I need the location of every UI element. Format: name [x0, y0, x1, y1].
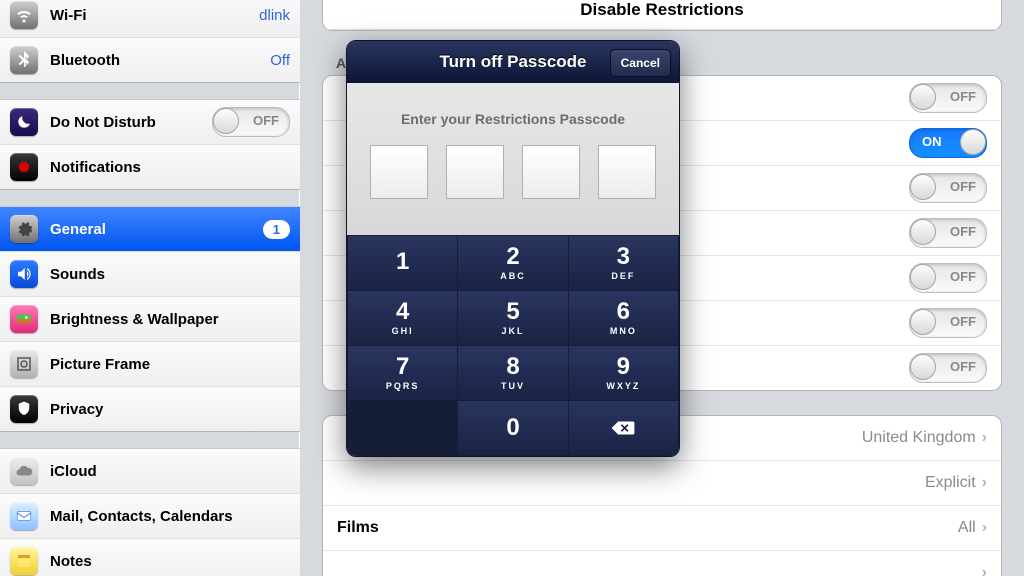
sidebar-item-label: Do Not Disturb: [50, 114, 212, 131]
chevron-right-icon: ›: [982, 519, 987, 537]
dnd-toggle[interactable]: OFF: [212, 107, 290, 137]
sidebar-item-label: Picture Frame: [50, 356, 290, 373]
sidebar-item-label: Wi-Fi: [50, 7, 259, 24]
sidebar-item-label: Brightness & Wallpaper: [50, 311, 290, 328]
passcode-modal: Turn off Passcode Cancel Enter your Rest…: [346, 40, 680, 457]
music-row[interactable]: Explicit ›: [323, 461, 1001, 506]
key-5[interactable]: 5JKL: [458, 291, 567, 345]
sidebar-item-label: Notifications: [50, 159, 290, 176]
sidebar-item-pictureframe[interactable]: Picture Frame: [0, 342, 300, 387]
passcode-prompt: Enter your Restrictions Passcode: [365, 111, 661, 127]
chevron-right-icon: ›: [982, 474, 987, 492]
sidebar-item-label: iCloud: [50, 463, 290, 480]
disable-restrictions-button[interactable]: Disable Restrictions: [323, 0, 1001, 30]
sidebar-item-label: Privacy: [50, 401, 290, 418]
key-6[interactable]: 6MNO: [569, 291, 678, 345]
films-row[interactable]: FilmsAll ›: [323, 506, 1001, 551]
sidebar-item-icloud[interactable]: iCloud: [0, 449, 300, 494]
badge-count: 1: [263, 220, 290, 239]
settings-sidebar: Wi-Fi dlink Bluetooth Off Do Not Disturb…: [0, 0, 301, 576]
key-3[interactable]: 3DEF: [569, 236, 678, 290]
mail-icon: [10, 502, 38, 530]
sidebar-item-notifications[interactable]: Notifications: [0, 145, 300, 189]
sidebar-item-label: Mail, Contacts, Calendars: [50, 508, 290, 525]
toggle-switch[interactable]: OFF: [909, 353, 987, 383]
chevron-right-icon: ›: [982, 429, 987, 447]
key-0[interactable]: 0: [458, 401, 567, 455]
toggle-switch[interactable]: OFF: [909, 83, 987, 113]
toggle-off-text: OFF: [253, 113, 279, 128]
modal-header: Turn off Passcode Cancel: [347, 41, 679, 83]
numeric-keypad: 1 2ABC 3DEF 4GHI 5JKL 6MNO 7PQRS 8TUV 9W…: [347, 235, 679, 456]
gear-icon: [10, 215, 38, 243]
sidebar-item-label: General: [50, 221, 263, 238]
pin-digit-4: [598, 145, 656, 199]
modal-title: Turn off Passcode: [439, 52, 586, 72]
sidebar-item-label: Bluetooth: [50, 52, 270, 69]
sidebar-item-wifi[interactable]: Wi-Fi dlink: [0, 0, 300, 38]
privacy-icon: [10, 395, 38, 423]
brightness-icon: [10, 305, 38, 333]
sidebar-item-general[interactable]: General 1: [0, 207, 300, 252]
toggle-switch[interactable]: ON: [909, 128, 987, 158]
pin-row: [365, 145, 661, 199]
key-2[interactable]: 2ABC: [458, 236, 567, 290]
sidebar-item-mail[interactable]: Mail, Contacts, Calendars: [0, 494, 300, 539]
pin-digit-1: [370, 145, 428, 199]
notifications-icon: [10, 153, 38, 181]
key-8[interactable]: 8TUV: [458, 346, 567, 400]
toggle-switch[interactable]: OFF: [909, 308, 987, 338]
chevron-right-icon: ›: [982, 564, 987, 576]
sidebar-item-notes[interactable]: Notes: [0, 539, 300, 576]
sidebar-item-dnd[interactable]: Do Not Disturb OFF: [0, 100, 300, 145]
cloud-icon: [10, 457, 38, 485]
toggle-switch[interactable]: OFF: [909, 218, 987, 248]
pin-digit-2: [446, 145, 504, 199]
sidebar-item-value: dlink: [259, 7, 290, 24]
row-label: Films: [337, 519, 958, 537]
panel-header-label: Disable Restrictions: [580, 0, 743, 20]
sidebar-item-sounds[interactable]: Sounds: [0, 252, 300, 297]
key-backspace[interactable]: [569, 401, 678, 455]
key-7[interactable]: 7PQRS: [348, 346, 457, 400]
moon-icon: [10, 108, 38, 136]
modal-body: Enter your Restrictions Passcode: [347, 83, 679, 235]
sidebar-item-label: Sounds: [50, 266, 290, 283]
toggle-switch[interactable]: OFF: [909, 173, 987, 203]
key-1[interactable]: 1: [348, 236, 457, 290]
sidebar-item-privacy[interactable]: Privacy: [0, 387, 300, 431]
notes-icon: [10, 547, 38, 575]
key-blank: [348, 401, 457, 455]
wifi-icon: [10, 1, 38, 29]
key-9[interactable]: 9WXYZ: [569, 346, 678, 400]
sidebar-item-brightness[interactable]: Brightness & Wallpaper: [0, 297, 300, 342]
sidebar-item-bluetooth[interactable]: Bluetooth Off: [0, 38, 300, 82]
content-row[interactable]: ›: [323, 551, 1001, 576]
picture-frame-icon: [10, 350, 38, 378]
sounds-icon: [10, 260, 38, 288]
sidebar-item-label: Notes: [50, 553, 290, 570]
bluetooth-icon: [10, 46, 38, 74]
pin-digit-3: [522, 145, 580, 199]
toggle-knob: [213, 108, 239, 134]
backspace-icon: [610, 419, 636, 437]
key-4[interactable]: 4GHI: [348, 291, 457, 345]
toggle-switch[interactable]: OFF: [909, 263, 987, 293]
cancel-button[interactable]: Cancel: [610, 49, 671, 77]
sidebar-item-value: Off: [270, 52, 290, 69]
row-value: All: [958, 519, 976, 537]
row-value: Explicit: [925, 474, 976, 492]
row-value: United Kingdom: [862, 429, 976, 447]
